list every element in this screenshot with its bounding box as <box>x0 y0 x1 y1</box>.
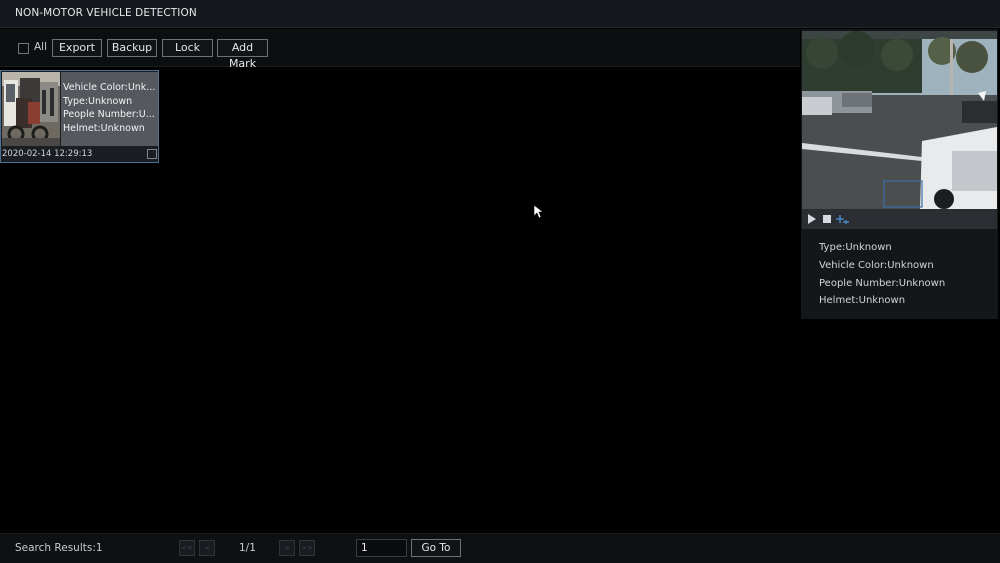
prev-page-button[interactable]: < <box>199 540 215 556</box>
backup-button[interactable]: Backup <box>107 39 157 57</box>
detail-vehicle-color: Vehicle Color:Unknown <box>819 260 934 271</box>
detail-helmet: Helmet:Unknown <box>819 295 906 306</box>
detail-type: Type:Unknown <box>819 242 892 253</box>
page-indicator: 1/1 <box>239 542 256 554</box>
result-vehicle-color: Vehicle Color:Unk... <box>63 82 156 93</box>
cursor-icon <box>534 205 544 219</box>
result-helmet: Helmet:Unknown <box>63 122 145 134</box>
video-preview[interactable] <box>802 31 997 209</box>
detail-people-number: People Number:Unknown <box>819 278 946 289</box>
result-type: Type:Unknown <box>63 95 133 107</box>
title-bar: NON-MOTOR VEHICLE DETECTION <box>0 0 1000 28</box>
last-page-button[interactable]: >> <box>299 540 315 556</box>
play-icon[interactable] <box>807 214 817 224</box>
result-people-number: People Number:U... <box>63 109 155 121</box>
first-page-button[interactable]: << <box>179 540 195 556</box>
status-bar: Search Results:1 << < 1/1 > >> 1 Go To <box>0 533 1000 563</box>
select-all-checkbox[interactable] <box>18 43 29 54</box>
video-controls <box>802 209 997 229</box>
export-button[interactable]: Export <box>52 39 102 57</box>
detail-panel: Type:Unknown Vehicle Color:Unknown Peopl… <box>801 29 998 319</box>
goto-page-input[interactable]: 1 <box>356 539 407 557</box>
result-card[interactable]: Vehicle Color:Unk... Type:Unknown People… <box>0 70 159 163</box>
zoom-icon[interactable] <box>836 213 850 225</box>
result-checkbox[interactable] <box>147 149 157 159</box>
add-mark-button[interactable]: Add Mark <box>217 39 268 70</box>
result-thumbnail[interactable] <box>2 72 60 146</box>
next-page-button[interactable]: > <box>279 540 295 556</box>
lock-button[interactable]: Lock <box>162 39 213 57</box>
result-timestamp: 2020-02-14 12:29:13 <box>2 149 93 159</box>
toolbar: All Export Backup Lock Add Mark <box>0 29 800 70</box>
search-results-count: Search Results:1 <box>15 542 103 554</box>
result-info: Vehicle Color:Unk... Type:Unknown People… <box>61 72 158 146</box>
page-title: NON-MOTOR VEHICLE DETECTION <box>15 7 197 19</box>
select-all-label: All <box>34 41 48 53</box>
goto-button[interactable]: Go To <box>411 539 461 557</box>
stop-icon[interactable] <box>822 214 832 224</box>
